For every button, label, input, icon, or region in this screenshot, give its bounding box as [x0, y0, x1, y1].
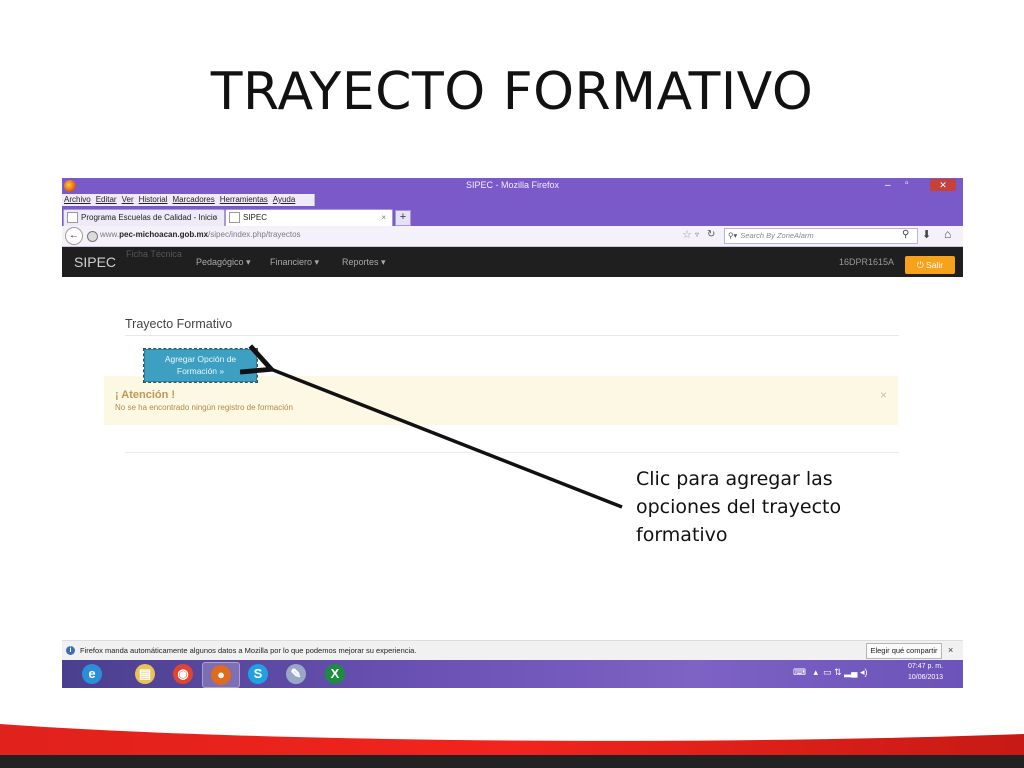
callout-text: Clic para agregar las opciones del traye… [636, 468, 842, 546]
footer-bar [0, 755, 1024, 768]
footer-swoosh [0, 724, 1024, 760]
arrow-line [268, 368, 623, 509]
callout-arrow [0, 0, 623, 509]
